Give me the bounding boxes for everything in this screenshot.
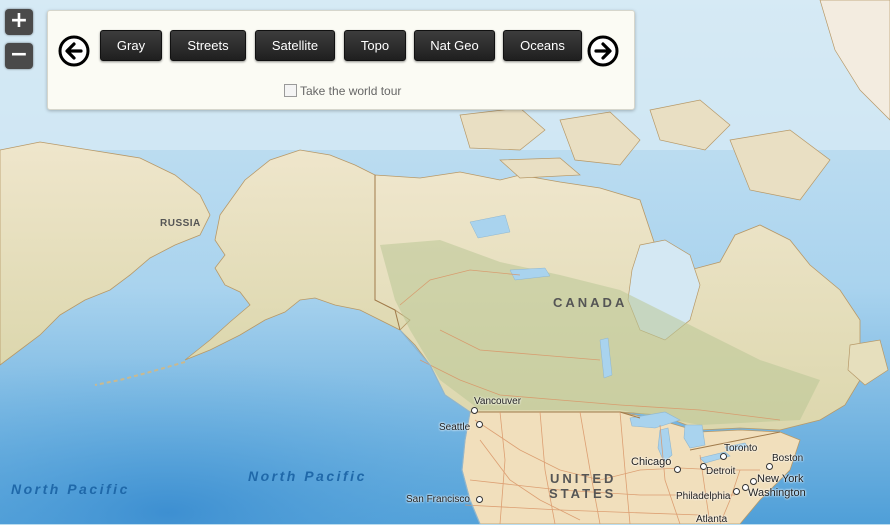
city-label-detroit: Detroit: [706, 466, 736, 477]
arrow-left-icon[interactable]: [58, 35, 90, 67]
city-dot-washington: [733, 488, 740, 495]
basemap-oceans-button[interactable]: Oceans: [503, 30, 582, 61]
zoom-out-button[interactable]: −: [5, 43, 33, 69]
world-tour-checkbox[interactable]: [284, 84, 297, 97]
city-label-toronto: Toronto: [724, 443, 758, 454]
city-dot-boston: [766, 463, 773, 470]
city-dot-seattle: [476, 421, 483, 428]
city-label-boston: Boston: [772, 453, 804, 464]
city-label-san-francisco: San Francisco: [406, 494, 470, 505]
basemap-gray-button[interactable]: Gray: [100, 30, 162, 61]
city-label-chicago: Chicago: [631, 456, 672, 468]
basemap-natgeo-button[interactable]: Nat Geo: [414, 30, 495, 61]
world-tour-label[interactable]: Take the world tour: [300, 84, 401, 98]
city-dot-vancouver: [471, 407, 478, 414]
arrow-right-icon[interactable]: [587, 35, 619, 67]
city-label-washington: Washington: [748, 487, 806, 499]
label-north-pacific-east: North Pacific: [248, 468, 367, 484]
city-label-atlanta: Atlanta: [696, 514, 728, 525]
world-tour-option: Take the world tour: [284, 84, 401, 98]
label-united-states-2: STATES: [549, 486, 617, 501]
basemap-panel: Gray Streets Satellite Topo Nat Geo Ocea…: [47, 10, 635, 110]
label-north-pacific-west: North Pacific: [11, 481, 130, 497]
basemap-streets-button[interactable]: Streets: [170, 30, 246, 61]
zoom-in-button[interactable]: +: [5, 9, 33, 35]
city-dot-san-francisco: [476, 496, 483, 503]
city-dot-chicago: [674, 466, 681, 473]
basemap-topo-button[interactable]: Topo: [344, 30, 406, 61]
city-label-philadelphia: Philadelphia: [676, 491, 731, 502]
city-label-vancouver: Vancouver: [474, 396, 522, 407]
basemap-satellite-button[interactable]: Satellite: [255, 30, 335, 61]
label-canada: CANADA: [553, 295, 628, 310]
city-label-seattle: Seattle: [439, 422, 471, 433]
city-dot-toronto: [720, 453, 727, 460]
city-dot-new-york: [750, 478, 757, 485]
label-united-states-1: UNITED: [550, 471, 617, 486]
city-label-new-york: New York: [757, 473, 804, 485]
label-russia: RUSSIA: [160, 218, 201, 229]
